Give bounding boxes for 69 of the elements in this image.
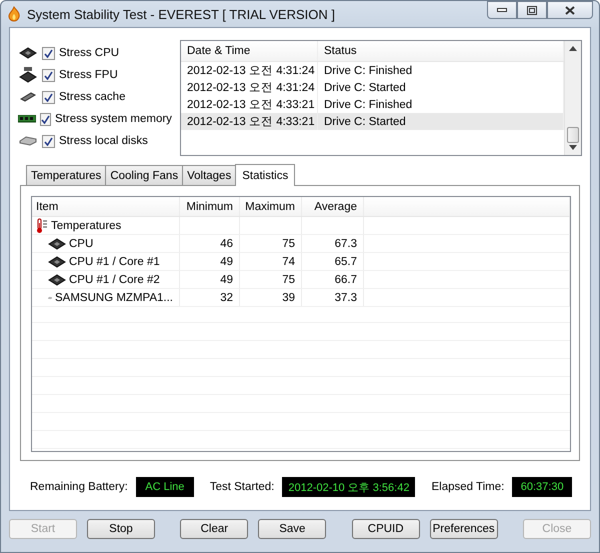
chip-icon — [19, 67, 37, 83]
item-label: CPU #1 / Core #2 — [69, 274, 160, 286]
column-header[interactable]: Item — [32, 197, 180, 216]
average-cell: 65.7 — [302, 253, 364, 270]
option-label: Stress system memory — [55, 113, 172, 125]
item-label: CPU — [69, 238, 94, 250]
scroll-up-icon[interactable] — [569, 46, 577, 51]
minimum-cell: 49 — [180, 271, 240, 288]
minimum-cell: 49 — [180, 253, 240, 270]
info-display: 60:37:30 — [512, 477, 572, 497]
tab[interactable]: Temperatures — [26, 165, 106, 185]
group-label: Temperatures — [51, 220, 122, 232]
info-display: AC Line — [136, 477, 194, 497]
info-label: Test Started: — [210, 481, 274, 493]
chip-icon — [19, 91, 37, 103]
memory-icon — [18, 115, 36, 123]
dialog-button[interactable]: Save — [258, 519, 326, 539]
checkbox[interactable] — [42, 90, 55, 104]
column-header[interactable]: Average — [302, 197, 364, 216]
chip-icon — [48, 274, 66, 286]
log-row[interactable]: 2012-02-13 오전 4:33:21 Drive C: Started — [181, 113, 564, 130]
maximum-cell: 74 — [240, 253, 302, 270]
average-cell: 67.3 — [302, 235, 364, 252]
minimum-cell: 32 — [180, 289, 240, 306]
chip-icon — [48, 256, 66, 268]
dialog-button[interactable]: CPUID — [352, 519, 420, 539]
column-header[interactable]: Date & Time — [181, 41, 318, 61]
item-label: CPU #1 / Core #1 — [69, 256, 160, 268]
date-time-cell: 2012-02-13 오전 4:31:24 — [181, 79, 318, 96]
scrollbar-thumb[interactable] — [567, 127, 579, 143]
dialog-button[interactable]: Preferences — [430, 519, 498, 539]
date-time-cell: 2012-02-13 오전 4:31:24 — [181, 62, 318, 79]
chip-icon — [19, 47, 37, 59]
minimize-button[interactable] — [487, 1, 517, 19]
tab[interactable]: Statistics — [235, 164, 296, 186]
close-button[interactable] — [547, 1, 593, 19]
date-time-cell: 2012-02-13 오전 4:33:21 — [181, 113, 318, 130]
scroll-down-icon[interactable] — [569, 145, 577, 150]
option-label: Stress local disks — [59, 135, 148, 147]
maximize-icon — [527, 6, 537, 14]
checkbox[interactable] — [42, 134, 55, 148]
dialog-button[interactable]: Stop — [87, 519, 155, 539]
column-header[interactable]: Maximum — [240, 197, 302, 216]
minimize-icon — [497, 8, 507, 12]
info-label: Remaining Battery: — [30, 481, 128, 493]
flame-icon — [7, 6, 21, 22]
column-header[interactable]: Minimum — [180, 197, 240, 216]
average-cell: 37.3 — [302, 289, 364, 306]
checkbox[interactable] — [42, 46, 55, 60]
tab[interactable]: Cooling Fans — [105, 165, 184, 185]
info-display: 2012-02-10 오후 3:56:42 — [282, 477, 416, 497]
option-label: Stress FPU — [59, 69, 118, 81]
checkbox[interactable] — [40, 112, 51, 126]
window-title: System Stability Test - EVEREST [ TRIAL VERSION ] — [27, 6, 336, 22]
dialog-button[interactable]: Clear — [180, 519, 248, 539]
checkbox[interactable] — [42, 68, 55, 82]
maximum-cell: 39 — [240, 289, 302, 306]
tab[interactable]: Voltages — [182, 165, 236, 185]
chip-icon — [48, 238, 66, 250]
minimum-cell: 46 — [180, 235, 240, 252]
item-label: SAMSUNG MZMPA1... — [55, 292, 173, 304]
average-cell: 66.7 — [302, 271, 364, 288]
maximum-cell: 75 — [240, 235, 302, 252]
maximize-button[interactable] — [517, 1, 547, 19]
option-label: Stress cache — [59, 91, 126, 103]
close-icon — [565, 6, 575, 14]
maximum-cell: 75 — [240, 271, 302, 288]
option-label: Stress CPU — [59, 47, 120, 59]
info-label: Elapsed Time: — [431, 481, 504, 493]
